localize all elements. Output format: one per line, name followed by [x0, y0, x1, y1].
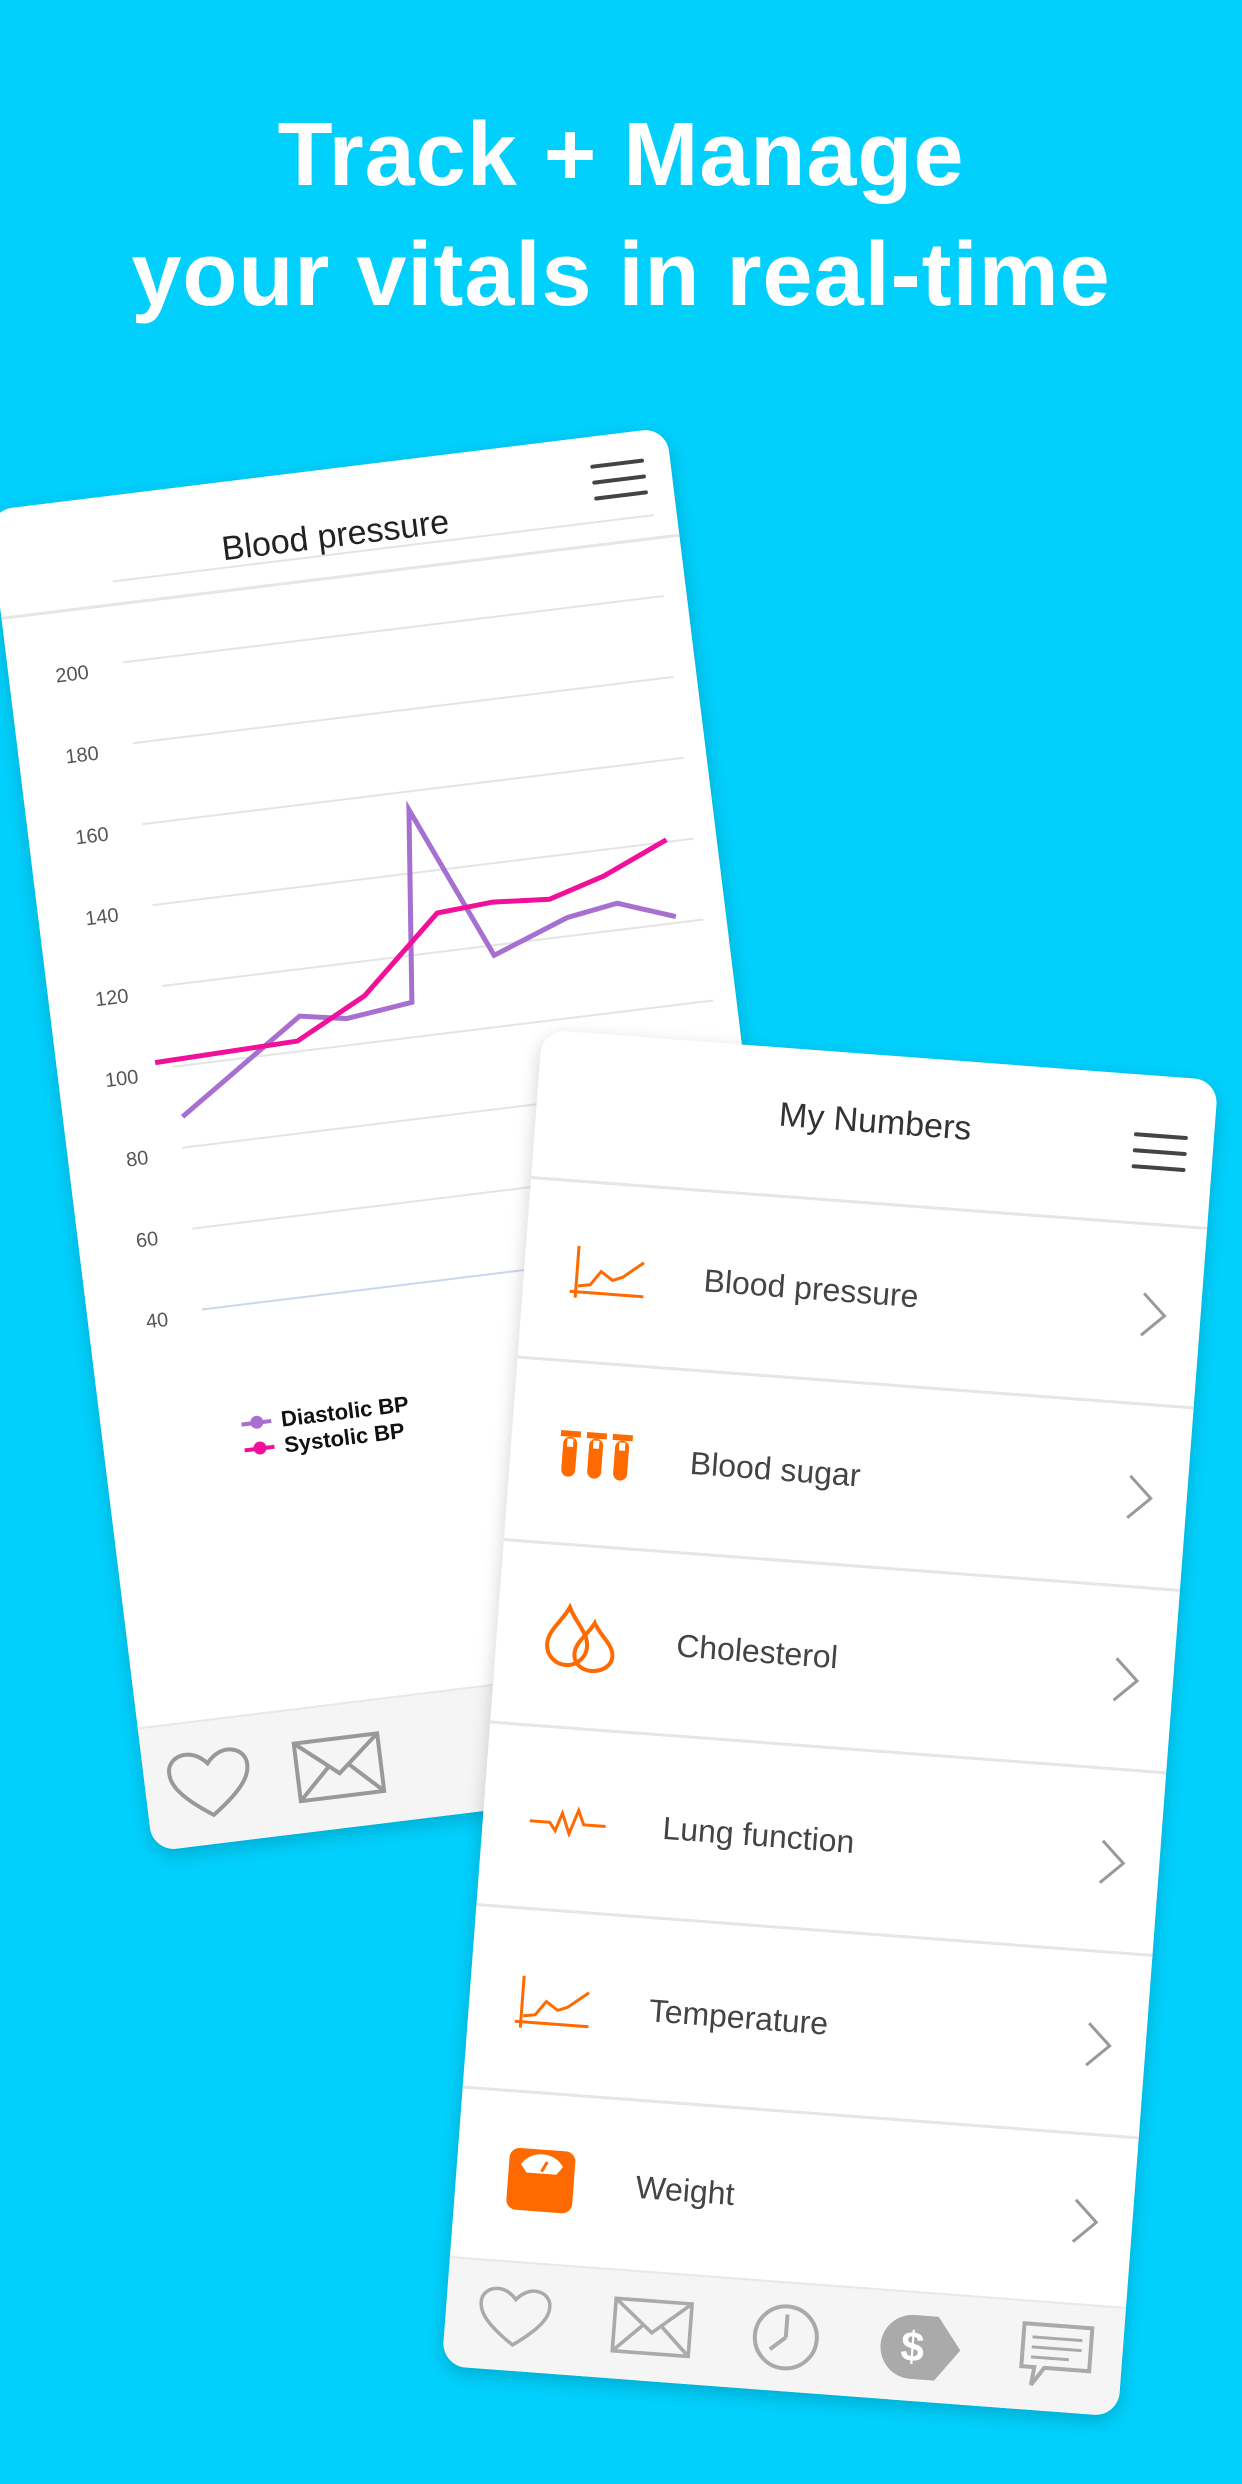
item-label: Blood sugar [688, 1444, 862, 1494]
item-label: Weight [634, 2168, 736, 2213]
scale-icon [506, 2147, 576, 2213]
y-tick-label: 80 [125, 1147, 150, 1172]
envelope-icon[interactable] [610, 2295, 696, 2359]
drops-icon [545, 1601, 615, 1673]
y-tick-label: 200 [54, 662, 90, 688]
dollar-tag-icon[interactable]: $ [876, 2310, 965, 2384]
chart-line-icon [569, 1245, 645, 1298]
chevron-right-icon [1126, 1474, 1153, 1519]
chevron-right-icon [1140, 1291, 1167, 1336]
chevron-right-icon [1098, 1839, 1126, 1884]
item-label: Temperature [647, 1992, 830, 2042]
chevron-right-icon [1112, 1656, 1140, 1701]
heart-icon[interactable] [472, 2279, 557, 2355]
item-label: Lung function [661, 1809, 856, 1861]
envelope-icon[interactable] [290, 1730, 387, 1804]
headline-line-1: Track + Manage [277, 105, 965, 205]
gridline [132, 675, 674, 745]
my-numbers-screen: My Numbers Blood pressure Blood sugar Ch… [441, 1029, 1219, 2417]
y-tick-label: 180 [64, 743, 100, 769]
chart-line-icon [514, 1975, 590, 2028]
svg-text:$: $ [899, 2322, 926, 2371]
y-tick-label: 120 [94, 985, 130, 1011]
clock-icon[interactable] [748, 2300, 823, 2375]
item-label: Blood pressure [702, 1262, 920, 1315]
chat-icon[interactable] [1017, 2320, 1096, 2395]
headline-line-2: your vitals in real-time [131, 225, 1111, 325]
y-tick-label: 60 [135, 1228, 160, 1253]
item-label: Cholesterol [675, 1627, 840, 1676]
y-tick-label: 100 [104, 1066, 140, 1092]
chevron-right-icon [1085, 2021, 1112, 2066]
chevron-right-icon [1071, 2198, 1099, 2243]
page-title: My Numbers [777, 1095, 973, 1148]
pulse-icon [529, 1805, 606, 1838]
y-tick-label: 140 [84, 904, 120, 930]
gridline [162, 918, 704, 987]
y-tick-label: 160 [74, 823, 110, 849]
y-tick-label: 40 [145, 1309, 170, 1334]
hamburger-menu-icon[interactable] [1131, 1132, 1189, 1176]
test-tubes-icon [560, 1429, 634, 1481]
heart-icon[interactable] [160, 1737, 259, 1827]
gridline [122, 594, 664, 664]
gridline [112, 514, 654, 583]
